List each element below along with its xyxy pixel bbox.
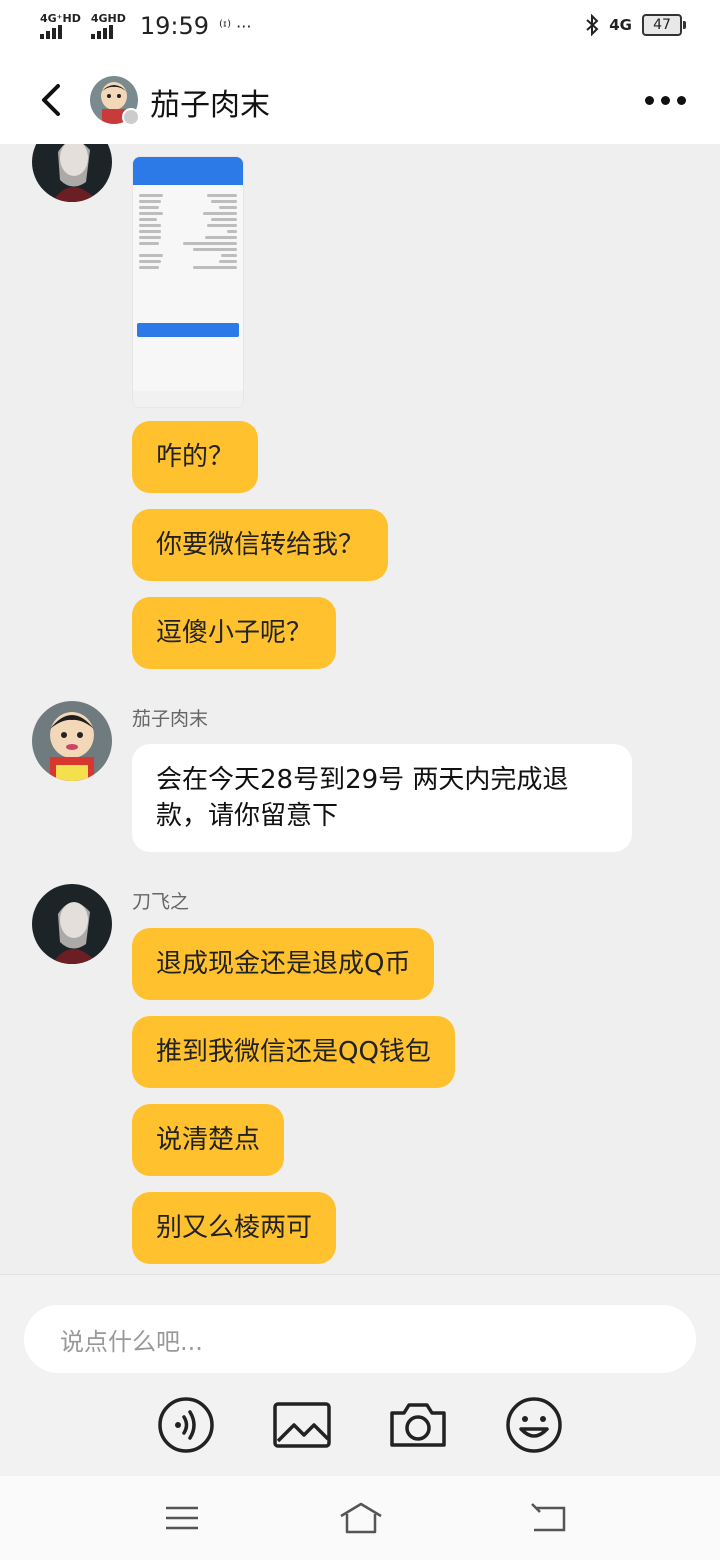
status-extra: ⁽ᶦ⁾ ··· [219,16,252,36]
message-bubble[interactable]: 说清楚点 [132,1104,285,1176]
contact-name: 茄子肉末 [150,88,270,123]
message-bubble[interactable]: 咋的？ [132,421,259,493]
sender-avatar[interactable] [32,144,112,202]
message-bubble[interactable]: 逗傻小子呢？ [132,597,337,669]
signal-1: 4G⁺HD [40,13,81,39]
message-bubble[interactable]: 你要微信转给我？ [132,509,389,581]
sender-name: 刀飞之 [132,891,190,913]
back-nav-icon[interactable] [528,1500,568,1536]
message-input[interactable]: 说点什么吧... [24,1305,696,1373]
menu-icon[interactable] [162,1500,202,1536]
network-type: 4G [609,16,632,34]
sender-avatar[interactable] [32,884,112,964]
sender-name: 茄子肉末 [132,708,209,730]
status-dot [122,108,140,126]
image-message[interactable] [132,156,244,408]
system-nav-bar [0,1476,720,1560]
home-icon[interactable] [338,1500,384,1536]
signal-bars-icon [90,25,113,39]
message-list[interactable]: 咋的？ 你要微信转给我？ 逗傻小子呢？ 茄子肉末 会在今天28号到29号 两天内… [0,144,720,1274]
signal-bars-icon [40,25,62,39]
bluetooth-icon [586,14,599,36]
message-bubble[interactable]: 推到我微信还是QQ钱包 [132,1016,455,1088]
status-bar: 4G⁺HD 4GHD 19:59 ⁽ᶦ⁾ ··· 4G 47 [0,0,720,56]
back-arrow-icon[interactable] [34,78,74,122]
camera-icon[interactable] [388,1395,448,1455]
signal-2: 4GHD [90,12,126,39]
voice-icon[interactable] [156,1395,216,1455]
chat-header: 茄子肉末 [0,56,720,144]
clock: 19:59 [139,12,210,40]
composer: 说点什么吧... [0,1274,720,1477]
contact-avatar[interactable] [32,701,112,781]
signal-2-label: 4GHD [90,12,126,25]
message-bubble[interactable]: 退成现金还是退成Q币 [132,928,435,1000]
more-options-icon[interactable] [645,96,686,105]
signal-1-label: 4G⁺HD [40,12,81,25]
message-bubble[interactable]: 会在今天28号到29号 两天内完成退款，请你留意下 [132,744,632,852]
message-bubble[interactable]: 别又么棱两可 [132,1192,337,1264]
image-icon[interactable] [272,1395,332,1455]
emoji-icon[interactable] [504,1395,564,1455]
battery-icon: 47 [642,14,686,36]
